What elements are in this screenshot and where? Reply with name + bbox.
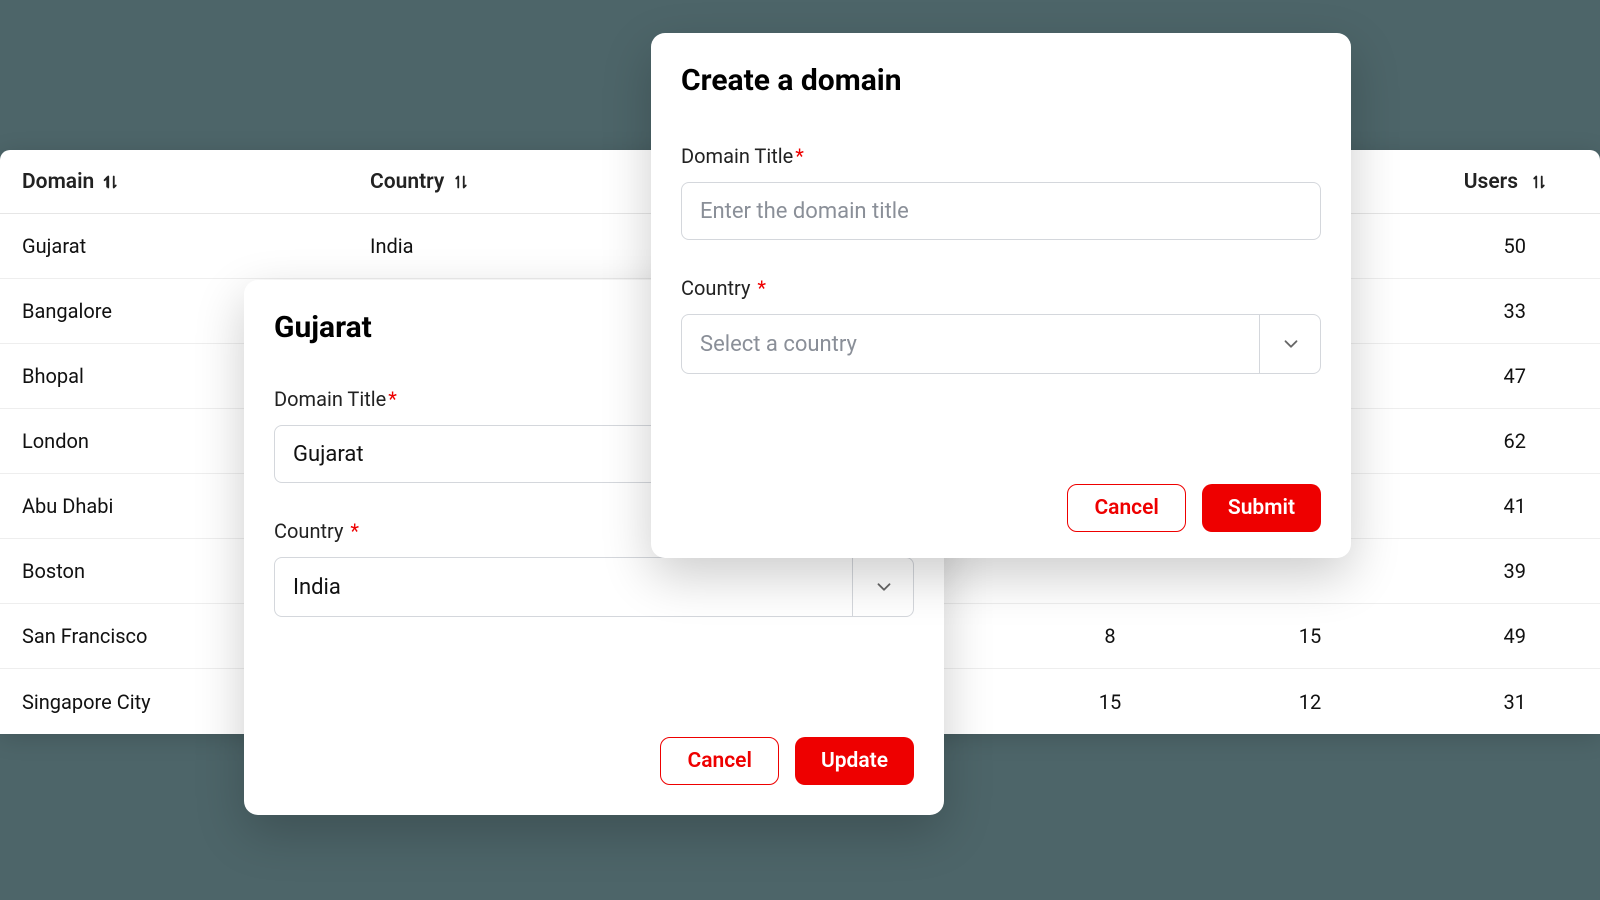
- chevron-down-icon: [852, 557, 914, 617]
- update-button[interactable]: Update: [795, 737, 914, 785]
- country-select[interactable]: Select a country: [681, 314, 1321, 374]
- cancel-button[interactable]: Cancel: [660, 737, 778, 785]
- cell-a: 8: [1010, 624, 1210, 648]
- country-label: Country *: [681, 276, 1321, 300]
- column-header-domain[interactable]: Domain: [22, 170, 370, 194]
- label-text: Country: [681, 276, 750, 300]
- label-text: Domain Title: [681, 144, 793, 168]
- country-select[interactable]: India: [274, 557, 914, 617]
- cell-domain: Gujarat: [22, 234, 370, 258]
- chevron-down-icon: [1259, 314, 1321, 374]
- sort-icon: [450, 171, 472, 193]
- column-header-users[interactable]: Users: [1410, 170, 1578, 194]
- cell-users: 33: [1410, 299, 1578, 323]
- cell-users: 41: [1410, 494, 1578, 518]
- label-text: Country: [274, 519, 343, 543]
- sort-icon: [100, 171, 122, 193]
- cell-users: 47: [1410, 364, 1578, 388]
- domain-title-label: Domain Title*: [681, 144, 1321, 168]
- cell-users: 31: [1410, 690, 1578, 714]
- cell-users: 49: [1410, 624, 1578, 648]
- label-text: Domain Title: [274, 387, 386, 411]
- country-select-placeholder: Select a country: [681, 314, 1321, 374]
- sort-icon: [1528, 171, 1550, 193]
- required-asterisk-icon: *: [795, 144, 804, 168]
- cancel-button[interactable]: Cancel: [1067, 484, 1185, 532]
- submit-button[interactable]: Submit: [1202, 484, 1321, 532]
- column-header-label: Domain: [22, 170, 94, 194]
- modal-title: Create a domain: [681, 63, 1321, 98]
- cell-a: 15: [1010, 690, 1210, 714]
- column-header-label: Users: [1464, 170, 1518, 194]
- cell-b: 12: [1210, 690, 1410, 714]
- domain-title-input[interactable]: [681, 182, 1321, 240]
- required-asterisk-icon: *: [350, 519, 359, 543]
- cell-users: 39: [1410, 559, 1578, 583]
- cell-users: 50: [1410, 234, 1578, 258]
- column-header-label: Country: [370, 170, 444, 194]
- required-asterisk-icon: *: [757, 276, 766, 300]
- create-domain-modal: Create a domain Domain Title* Country * …: [651, 33, 1351, 558]
- cell-users: 62: [1410, 429, 1578, 453]
- cell-b: 15: [1210, 624, 1410, 648]
- country-select-value: India: [274, 557, 914, 617]
- required-asterisk-icon: *: [388, 387, 397, 411]
